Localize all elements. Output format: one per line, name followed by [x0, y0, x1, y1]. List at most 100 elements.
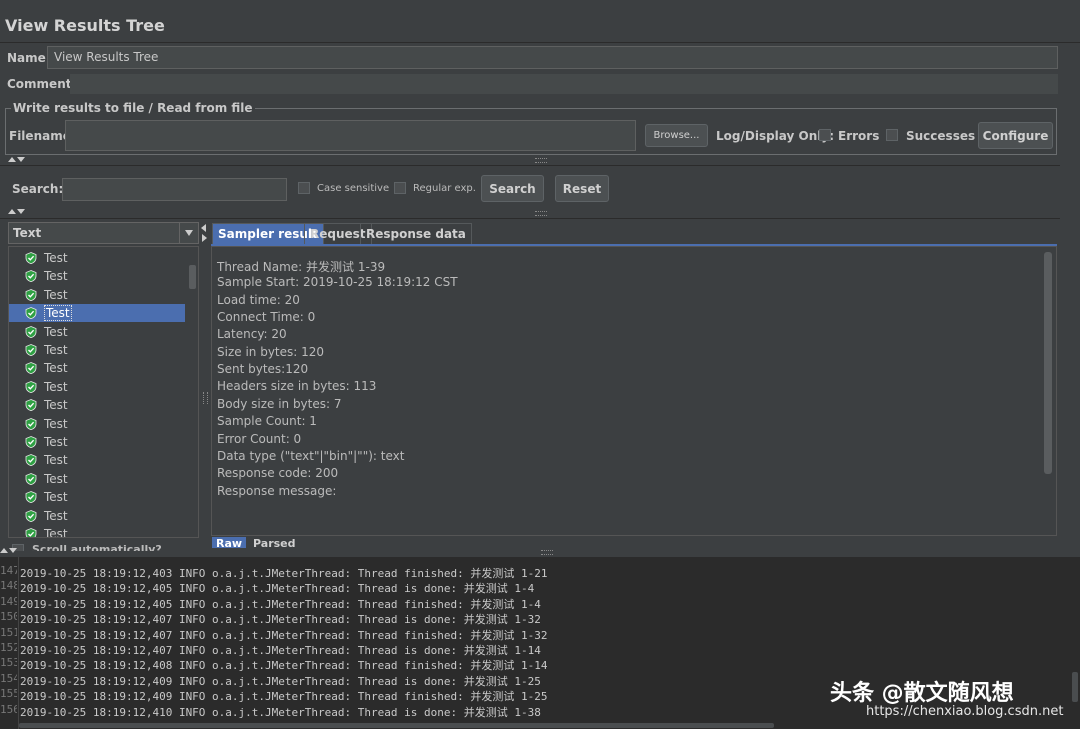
- tree-item-label: Test: [44, 508, 68, 523]
- tree-item[interactable]: Test: [9, 323, 185, 341]
- arrow-down-icon[interactable]: [17, 209, 25, 214]
- log-line: 1552019-10-25 18:19:12,409 INFO o.a.j.t.…: [0, 687, 547, 703]
- sampler-result-line: Thread Name: 并发测试 1-39: [217, 260, 386, 274]
- collapse-arrows-top[interactable]: [8, 157, 25, 162]
- filename-label: Filename: [9, 129, 71, 143]
- tab-parsed[interactable]: Parsed: [250, 537, 299, 548]
- sampler-result-line: Response code: 200: [217, 466, 339, 481]
- errors-label: Errors: [838, 129, 880, 143]
- tree-item[interactable]: Test: [9, 267, 185, 285]
- tree-item[interactable]: Test: [9, 378, 185, 396]
- success-shield-icon: [25, 454, 37, 467]
- collapse-arrows-bottom[interactable]: [0, 548, 17, 553]
- scroll-auto-label: Scroll automatically?: [32, 543, 162, 551]
- sampler-result-line: Data type ("text"|"bin"|""): text: [217, 448, 405, 463]
- tab-raw[interactable]: Raw: [212, 537, 247, 548]
- results-tree[interactable]: Test Test Test Test Test Test Test Test Test Test…: [8, 246, 199, 538]
- search-button[interactable]: Search: [481, 175, 544, 202]
- arrow-down-icon[interactable]: [17, 157, 25, 162]
- tree-item-label: Test: [44, 416, 68, 431]
- file-group-legend: Write results to file / Read from file: [11, 101, 255, 115]
- tree-item-label: Test: [44, 269, 68, 284]
- renderer-select[interactable]: Text: [8, 222, 199, 244]
- title-divider: [0, 42, 1080, 43]
- log-line-number: 147: [0, 564, 17, 577]
- result-scrollbar-thumb[interactable]: [1044, 252, 1052, 474]
- browse-button[interactable]: Browse...: [645, 124, 708, 147]
- log-line-text: 2019-10-25 18:19:12,403 INFO o.a.j.t.JMe…: [20, 567, 548, 580]
- renderer-selected-label: Text: [13, 226, 42, 240]
- tree-item[interactable]: Test: [9, 525, 185, 538]
- tree-item-label: Test: [44, 453, 68, 468]
- name-field[interactable]: View Results Tree: [47, 46, 1058, 69]
- sampler-result-line: Sent bytes:120: [217, 362, 309, 377]
- tree-item[interactable]: Test: [9, 451, 185, 469]
- log-line-number: 153: [0, 656, 17, 670]
- success-shield-icon: [25, 270, 37, 283]
- tab-response-data[interactable]: Response data: [360, 223, 472, 244]
- arrow-right-icon[interactable]: [202, 234, 207, 242]
- tree-scrollbar-thumb[interactable]: [189, 265, 196, 289]
- successes-checkbox[interactable]: [886, 129, 898, 141]
- scroll-auto-row[interactable]: Scroll automatically?: [10, 541, 195, 551]
- success-shield-icon: [25, 325, 37, 338]
- tree-item[interactable]: Test: [9, 488, 185, 506]
- tree-item[interactable]: Test: [9, 433, 185, 451]
- splitter-grip[interactable]: [535, 158, 547, 163]
- log-line: 1532019-10-25 18:19:12,408 INFO o.a.j.t.…: [0, 656, 548, 673]
- vertical-splitter[interactable]: [200, 222, 209, 548]
- tree-item[interactable]: Test: [9, 341, 185, 359]
- reset-button[interactable]: Reset: [555, 175, 609, 202]
- sampler-result-line: Body size in bytes: 7: [217, 396, 342, 411]
- log-hscrollbar-thumb[interactable]: [19, 723, 774, 728]
- tree-item[interactable]: Test: [9, 415, 185, 433]
- log-display-label: Log/Display Only:: [716, 129, 834, 143]
- tree-item[interactable]: Test: [9, 507, 185, 525]
- success-shield-icon: [25, 344, 37, 356]
- raw-parsed-tabs: Raw Parsed: [212, 537, 302, 548]
- tree-item-label: Test: [44, 379, 68, 394]
- configure-button[interactable]: Configure: [978, 122, 1053, 149]
- success-shield-icon: [25, 491, 37, 504]
- regular-exp-checkbox[interactable]: [394, 182, 406, 194]
- splitter-line: [0, 165, 1060, 166]
- arrow-up-icon[interactable]: [8, 157, 16, 162]
- comments-field[interactable]: [70, 74, 1058, 94]
- tree-item-label: Test: [44, 251, 68, 265]
- tree-item[interactable]: Test: [9, 304, 185, 323]
- regular-exp-label: Regular exp.: [413, 183, 476, 194]
- sampler-result-line: Load time: 20: [217, 292, 300, 307]
- name-label: Name:: [7, 51, 51, 65]
- chevron-down-icon[interactable]: [179, 223, 198, 243]
- splitter-grip[interactable]: [535, 211, 547, 216]
- log-line-number: 152: [0, 641, 17, 654]
- case-sensitive-checkbox[interactable]: [298, 182, 310, 194]
- tree-item[interactable]: Test: [9, 396, 185, 414]
- success-shield-icon: [25, 509, 37, 522]
- tree-item[interactable]: Test: [9, 470, 185, 488]
- search-input[interactable]: [62, 178, 287, 201]
- tree-item-label: Test: [44, 527, 68, 538]
- arrow-up-icon[interactable]: [0, 548, 8, 553]
- tree-item-label: Test: [44, 471, 68, 486]
- filename-input[interactable]: [65, 120, 636, 151]
- log-line-number: 148: [0, 579, 17, 593]
- collapse-arrows-middle[interactable]: [8, 209, 25, 214]
- success-shield-icon: [25, 252, 37, 264]
- tree-item-label: Test: [44, 343, 68, 357]
- errors-checkbox[interactable]: [819, 129, 831, 141]
- arrow-down-icon[interactable]: [9, 548, 17, 553]
- arrow-left-icon[interactable]: [201, 224, 206, 232]
- sampler-result-line: Latency: 20: [217, 327, 287, 342]
- splitter-grip[interactable]: [541, 550, 553, 555]
- tree-item[interactable]: Test: [9, 359, 185, 377]
- log-line: 1472019-10-25 18:19:12,403 INFO o.a.j.t.…: [0, 564, 548, 580]
- tree-item[interactable]: Test: [9, 286, 185, 304]
- tree-item[interactable]: Test: [9, 249, 185, 267]
- log-line-number: 150: [0, 610, 17, 624]
- log-vscrollbar-thumb[interactable]: [1072, 672, 1078, 702]
- arrow-up-icon[interactable]: [8, 209, 16, 214]
- log-line-text: 2019-10-25 18:19:12,408 INFO o.a.j.t.JMe…: [20, 659, 548, 673]
- splitter-grip[interactable]: [203, 392, 208, 404]
- sampler-result-line: Response message:: [217, 483, 337, 498]
